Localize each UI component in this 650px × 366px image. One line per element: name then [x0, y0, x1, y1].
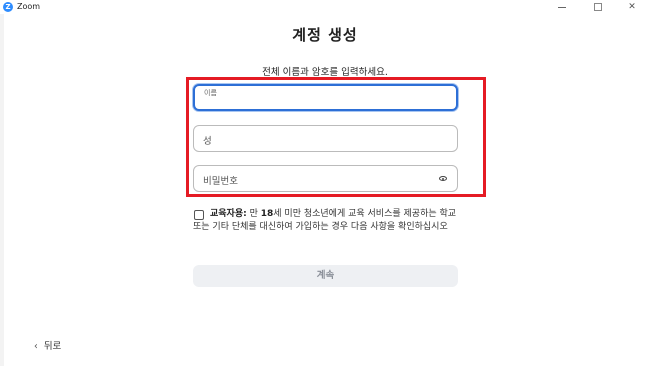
password-label: 비밀번호	[203, 176, 238, 187]
last-name-label: 성	[203, 136, 212, 147]
eye-icon[interactable]	[439, 176, 447, 181]
back-button[interactable]: ‹ 뒤로	[34, 338, 61, 352]
zoom-logo-icon: Z	[3, 2, 13, 12]
minimize-button[interactable]	[546, 0, 578, 14]
window-title: Zoom	[17, 2, 41, 11]
last-name-field[interactable]: 성	[193, 125, 458, 152]
consent-age: 18	[260, 209, 274, 219]
continue-button[interactable]: 계속	[193, 265, 458, 287]
first-name-field[interactable]: 이름	[193, 84, 458, 111]
page-title: 계정 생성	[292, 26, 358, 44]
first-name-label: 이름	[204, 89, 217, 97]
consent-text-before-age: 만	[246, 209, 261, 219]
maximize-icon	[594, 3, 602, 11]
back-label: 뒤로	[43, 341, 62, 352]
page-subtitle: 전체 이름과 암호를 입력하세요.	[262, 67, 388, 78]
maximize-button[interactable]	[582, 0, 614, 14]
close-icon: ✕	[628, 2, 636, 12]
educator-consent-text: 교육자용: 만 18세 미만 청소년에게 교육 서비스를 제공하는 학교 또는 …	[193, 208, 461, 233]
chevron-left-icon: ‹	[34, 341, 38, 352]
password-field[interactable]: 비밀번호	[193, 165, 458, 192]
minimize-icon	[558, 6, 566, 8]
close-button[interactable]: ✕	[616, 0, 648, 14]
window-titlebar: Z Zoom ✕	[0, 0, 650, 14]
consent-bold-prefix: 교육자용:	[210, 209, 247, 219]
